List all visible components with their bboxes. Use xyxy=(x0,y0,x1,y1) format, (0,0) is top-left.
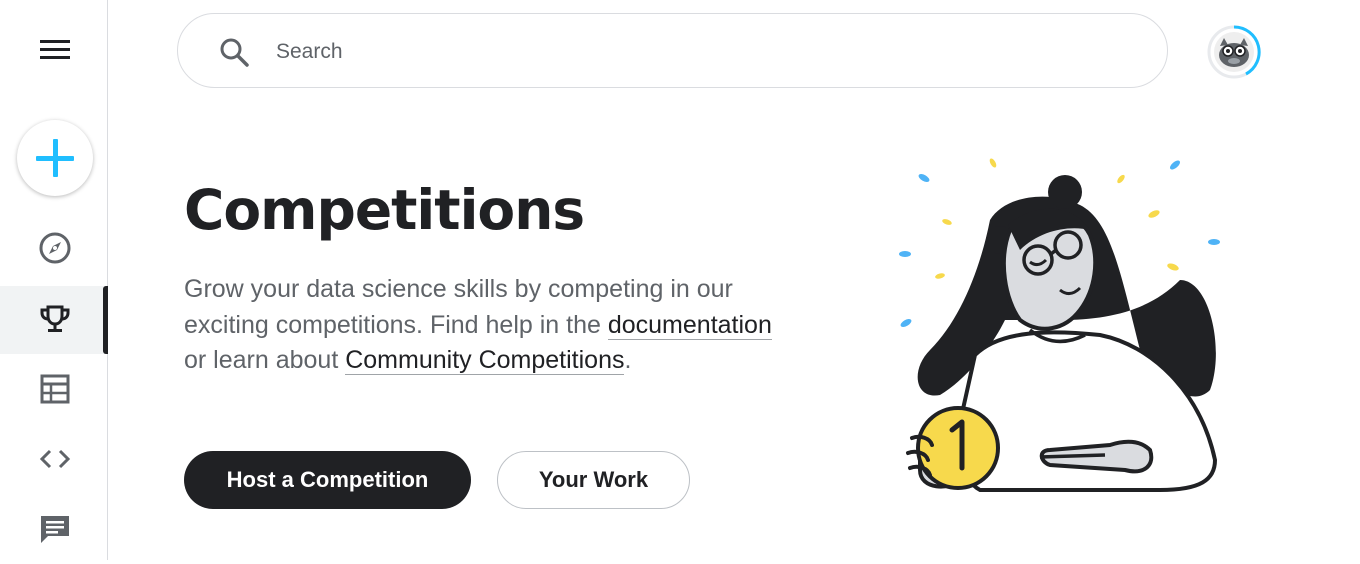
sidebar-item-datasets[interactable] xyxy=(0,356,107,424)
your-work-button[interactable]: Your Work xyxy=(497,451,690,509)
create-button[interactable] xyxy=(17,120,93,196)
comment-icon xyxy=(41,516,69,543)
sidebar-item-explore[interactable] xyxy=(0,215,107,283)
trophy-icon xyxy=(40,305,70,332)
menu-button[interactable] xyxy=(36,34,76,66)
page-title: Competitions xyxy=(184,178,585,242)
code-icon xyxy=(39,449,71,469)
table-icon xyxy=(40,374,70,404)
sidebar-item-competitions[interactable] xyxy=(0,286,108,354)
sidebar-item-discussions[interactable] xyxy=(0,496,107,564)
plus-icon xyxy=(36,139,74,177)
search-icon xyxy=(220,38,249,67)
search-bar[interactable] xyxy=(177,13,1168,88)
search-input[interactable] xyxy=(274,32,1138,72)
description-text: or learn about xyxy=(184,346,346,374)
user-avatar-button[interactable] xyxy=(1206,24,1262,80)
sidebar-item-code[interactable] xyxy=(0,426,107,494)
documentation-link[interactable]: documentation xyxy=(607,310,772,340)
avatar xyxy=(1207,25,1261,79)
competition-illustration xyxy=(899,158,1220,492)
menu-icon xyxy=(40,40,70,59)
sidebar xyxy=(0,0,108,560)
description-text: . xyxy=(624,346,632,374)
page-description: Grow your data science skills by competi… xyxy=(184,272,784,379)
community-competitions-link[interactable]: Community Competitions xyxy=(345,346,625,375)
host-competition-button[interactable]: Host a Competition xyxy=(184,451,471,509)
compass-icon xyxy=(39,232,71,264)
